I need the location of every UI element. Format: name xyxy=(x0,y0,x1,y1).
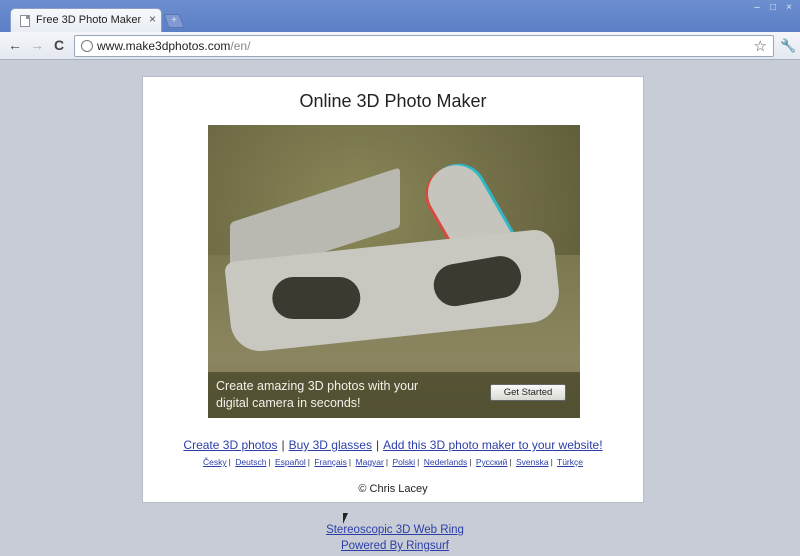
page-body: Online 3D Photo Maker Create amazing 3D … xyxy=(0,61,800,556)
back-arrow-icon[interactable]: ← xyxy=(6,36,24,54)
tab-title: Free 3D Photo Maker xyxy=(36,14,142,26)
get-started-button[interactable]: Get Started xyxy=(490,384,566,401)
primary-links: Create 3D photos | Buy 3D glasses | Add this… xyxy=(143,438,643,452)
url-text[interactable]: www.make3dphotos.com/en/ xyxy=(97,39,250,53)
separator: | xyxy=(281,438,285,452)
link-buy-3d-glasses[interactable]: Buy 3D glasses xyxy=(289,438,372,452)
left-lens xyxy=(272,277,361,320)
lang-link[interactable]: Svenska xyxy=(516,457,549,467)
lang-link[interactable]: Español xyxy=(275,457,306,467)
hero-photo: Create amazing 3D photos with your digit… xyxy=(208,125,580,418)
maximize-icon[interactable]: □ xyxy=(766,2,780,14)
lang-link[interactable]: Türkçe xyxy=(557,457,583,467)
right-lens xyxy=(430,252,525,310)
browser-toolbar: ← → C www.make3dphotos.com/en/ ☆ 🔧 xyxy=(0,32,800,60)
separator: | xyxy=(375,438,380,452)
separator: | xyxy=(228,457,231,467)
minimize-icon[interactable]: – xyxy=(750,2,764,14)
url-host: www.make3dphotos.com xyxy=(97,39,231,53)
page-icon xyxy=(20,15,30,27)
hero-caption-line1: Create amazing 3D photos with your xyxy=(216,379,419,393)
browser-tab[interactable]: Free 3D Photo Maker × xyxy=(10,8,162,34)
lang-link[interactable]: Deutsch xyxy=(235,457,266,467)
lang-link[interactable]: Polski xyxy=(392,457,415,467)
tab-close-icon[interactable]: × xyxy=(149,12,156,26)
content-card: Online 3D Photo Maker Create amazing 3D … xyxy=(142,76,644,503)
new-tab-button[interactable]: + xyxy=(163,14,185,28)
separator: | xyxy=(550,457,553,467)
footer-links: Stereoscopic 3D Web Ring Powered By Ring… xyxy=(300,522,490,554)
separator: | xyxy=(417,457,420,467)
link-ringsurf[interactable]: Powered By Ringsurf xyxy=(341,540,449,552)
window-controls: – □ × xyxy=(750,2,796,14)
lang-link[interactable]: Magyar xyxy=(356,457,384,467)
hero-caption-bar: Create amazing 3D photos with your digit… xyxy=(208,372,580,418)
separator: | xyxy=(268,457,271,467)
page-title: Online 3D Photo Maker xyxy=(299,91,487,111)
address-bar[interactable]: www.make3dphotos.com/en/ ☆ xyxy=(74,35,774,57)
mouse-pointer-icon xyxy=(343,513,348,524)
plus-icon: + xyxy=(171,15,177,26)
lang-link[interactable]: Русский xyxy=(476,457,508,467)
separator: | xyxy=(385,457,389,467)
separator: | xyxy=(348,457,352,467)
wrench-icon[interactable]: 🔧 xyxy=(780,38,796,54)
reload-icon[interactable]: C xyxy=(50,36,68,54)
lang-link[interactable]: Nederlands xyxy=(424,457,467,467)
lang-link[interactable]: Česky xyxy=(203,457,227,467)
close-window-icon[interactable]: × xyxy=(782,2,796,14)
hero-caption: Create amazing 3D photos with your digit… xyxy=(216,378,476,412)
separator: | xyxy=(509,457,512,467)
hero-caption-line2: digital camera in seconds! xyxy=(216,396,361,410)
url-path: /en/ xyxy=(230,39,251,53)
link-add-to-website[interactable]: Add this 3D photo maker to your website! xyxy=(383,438,602,452)
copyright: © Chris Lacey xyxy=(358,483,428,495)
separator: | xyxy=(307,457,310,467)
separator: | xyxy=(469,457,472,467)
bookmark-star-icon[interactable]: ☆ xyxy=(754,37,767,55)
link-create-3d-photos[interactable]: Create 3D photos xyxy=(183,438,277,452)
globe-icon xyxy=(81,40,93,52)
link-web-ring[interactable]: Stereoscopic 3D Web Ring xyxy=(326,524,464,536)
window-titlebar: Free 3D Photo Maker × + – □ × xyxy=(0,0,800,34)
language-links: Česky | Deutsch | Español | Français | Magya… xyxy=(143,457,643,467)
forward-arrow-icon[interactable]: → xyxy=(28,36,46,54)
lang-link[interactable]: Français xyxy=(314,457,347,467)
